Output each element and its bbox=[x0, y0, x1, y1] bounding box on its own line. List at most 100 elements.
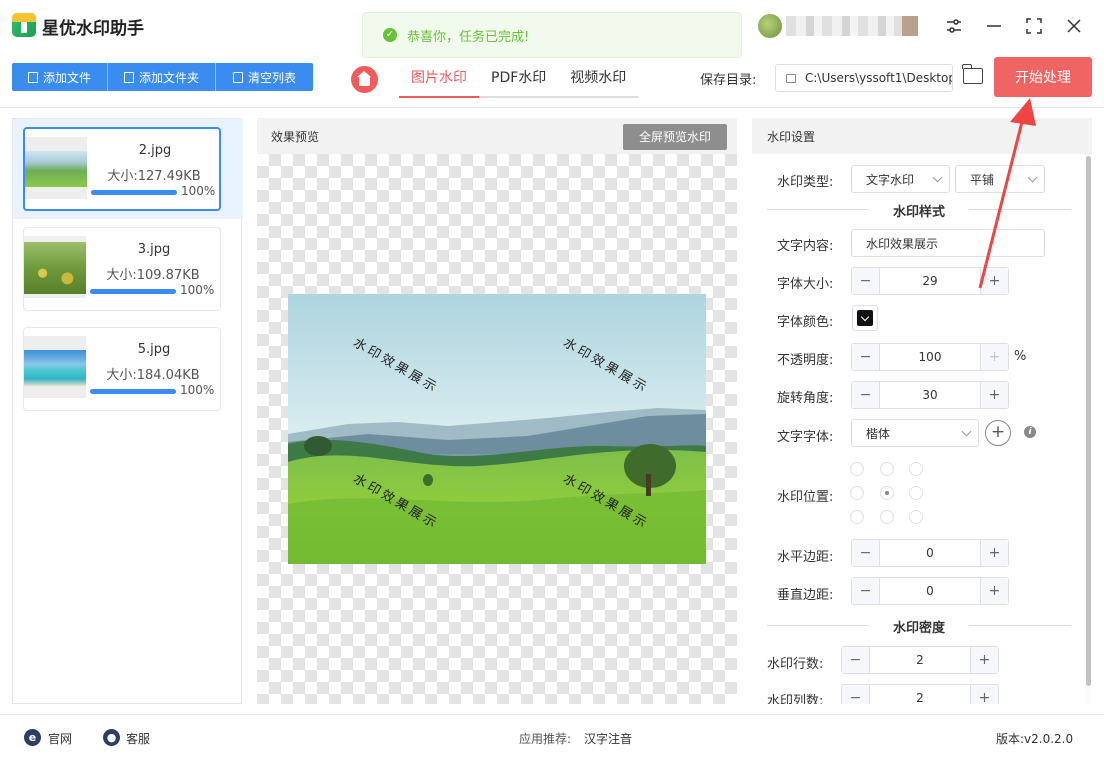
rows-value[interactable]: 2 bbox=[870, 647, 970, 673]
tab-video-watermark[interactable]: 视频水印 bbox=[558, 62, 639, 98]
decrement-button[interactable]: − bbox=[852, 578, 880, 604]
chevron-down-icon bbox=[961, 426, 972, 437]
file-thumbnail bbox=[25, 137, 87, 199]
app-logo-icon bbox=[12, 13, 36, 37]
cols-label: 水印列数: bbox=[767, 694, 824, 704]
decrement-button[interactable]: − bbox=[842, 685, 870, 704]
decrement-button[interactable]: − bbox=[842, 647, 870, 673]
open-folder-icon[interactable] bbox=[962, 64, 983, 84]
progress-fill bbox=[90, 289, 176, 294]
fontsize-label: 字体大小: bbox=[777, 277, 834, 292]
decrement-button[interactable]: − bbox=[852, 382, 880, 408]
folder-icon bbox=[123, 71, 134, 83]
decrement-button[interactable]: − bbox=[852, 540, 880, 566]
watermark-type-select[interactable]: 文字水印 bbox=[851, 165, 950, 193]
file-list-panel: 2.jpg 大小:127.49KB 100% 3.jpg 大小:109.87KB… bbox=[12, 118, 243, 704]
app-window: 星优水印助手 ✓ 恭喜你，任务已完成! 添加文件 添加文件夹 清空列表 图片水印… bbox=[0, 0, 1104, 764]
success-toast: ✓ 恭喜你，任务已完成! bbox=[362, 12, 742, 58]
home-button[interactable] bbox=[351, 66, 378, 93]
close-icon[interactable] bbox=[1062, 14, 1086, 38]
progress-bar bbox=[90, 289, 176, 294]
type-value: 文字水印 bbox=[866, 172, 915, 187]
home-icon bbox=[357, 71, 371, 86]
position-label: 水印位置: bbox=[777, 490, 834, 505]
file-size: 大小:109.87KB bbox=[106, 268, 200, 283]
increment-button[interactable]: + bbox=[970, 647, 998, 673]
position-middle-right[interactable] bbox=[909, 486, 923, 500]
vmargin-value[interactable]: 0 bbox=[880, 578, 980, 604]
font-family-select[interactable]: 楷体 bbox=[851, 419, 979, 447]
file-size: 大小:184.04KB bbox=[106, 368, 200, 383]
minimize-icon[interactable] bbox=[982, 14, 1006, 38]
settings-sliders-icon[interactable] bbox=[942, 14, 966, 38]
progress-bar bbox=[91, 190, 177, 195]
progress-fill bbox=[91, 190, 177, 195]
ie-browser-icon[interactable]: e bbox=[24, 729, 41, 746]
file-size: 大小:127.49KB bbox=[107, 169, 201, 184]
file-item[interactable]: 3.jpg 大小:109.87KB 100% bbox=[23, 227, 221, 311]
font-color-picker[interactable] bbox=[852, 305, 878, 331]
position-center[interactable] bbox=[880, 486, 894, 500]
increment-button[interactable]: + bbox=[980, 540, 1008, 566]
file-action-buttons: 添加文件 添加文件夹 清空列表 bbox=[12, 63, 313, 91]
maximize-icon[interactable] bbox=[1022, 14, 1046, 38]
fontsize-value[interactable]: 29 bbox=[880, 268, 980, 294]
file-name: 3.jpg bbox=[137, 242, 171, 257]
cols-stepper: −2 + bbox=[841, 684, 999, 704]
add-file-label: 添加文件 bbox=[42, 70, 91, 85]
user-avatar[interactable] bbox=[758, 14, 782, 38]
vmargin-stepper: −0 + bbox=[851, 577, 1009, 605]
start-processing-button[interactable]: 开始处理 bbox=[994, 57, 1092, 97]
position-middle-left[interactable] bbox=[850, 486, 864, 500]
check-circle-icon: ✓ bbox=[383, 28, 397, 42]
version-text: 版本:v2.0.2.0 bbox=[996, 732, 1074, 746]
progress-bar bbox=[90, 389, 176, 394]
position-top-center[interactable] bbox=[880, 462, 894, 476]
tab-pdf-watermark[interactable]: PDF水印 bbox=[479, 62, 559, 98]
recommend-app-link[interactable]: 汉字注音 bbox=[584, 730, 632, 747]
cols-value[interactable]: 2 bbox=[870, 685, 970, 704]
decrement-button[interactable]: − bbox=[852, 344, 880, 370]
footer-divider bbox=[0, 714, 1104, 715]
rotation-value[interactable]: 30 bbox=[880, 382, 980, 408]
increment-button[interactable]: + bbox=[980, 344, 1008, 370]
file-item[interactable]: 5.jpg 大小:184.04KB 100% bbox=[23, 327, 221, 411]
website-link[interactable]: 官网 bbox=[48, 730, 72, 747]
clear-list-label: 清空列表 bbox=[247, 70, 296, 85]
file-item[interactable]: 2.jpg 大小:127.49KB 100% bbox=[23, 127, 221, 211]
font-label: 文字字体: bbox=[777, 430, 834, 445]
opacity-value[interactable]: 100 bbox=[880, 344, 980, 370]
position-bottom-right[interactable] bbox=[909, 510, 923, 524]
add-font-button[interactable]: + bbox=[985, 420, 1011, 446]
user-name-blurred[interactable] bbox=[786, 16, 918, 36]
customer-service-link[interactable]: 客服 bbox=[126, 730, 150, 747]
increment-button[interactable]: + bbox=[980, 382, 1008, 408]
settings-scrollbar[interactable] bbox=[1086, 156, 1091, 686]
trash-icon bbox=[232, 71, 243, 83]
position-top-left[interactable] bbox=[850, 462, 864, 476]
density-section-title: 水印密度 bbox=[869, 617, 969, 636]
chat-bubble-icon[interactable]: ● bbox=[103, 729, 120, 746]
add-folder-button[interactable]: 添加文件夹 bbox=[108, 63, 216, 91]
type-label: 水印类型: bbox=[777, 175, 834, 190]
fullscreen-preview-button[interactable]: 全屏预览水印 bbox=[623, 124, 727, 150]
position-bottom-left[interactable] bbox=[850, 510, 864, 524]
increment-button[interactable]: + bbox=[980, 578, 1008, 604]
clear-list-button[interactable]: 清空列表 bbox=[216, 63, 313, 91]
progress-percent: 100% bbox=[180, 283, 215, 297]
tab-image-watermark[interactable]: 图片水印 bbox=[399, 62, 479, 98]
hmargin-stepper: −0 + bbox=[851, 539, 1009, 567]
progress-fill bbox=[90, 389, 176, 394]
decrement-button[interactable]: − bbox=[852, 268, 880, 294]
add-file-button[interactable]: 添加文件 bbox=[12, 63, 108, 91]
file-thumbnail bbox=[24, 336, 86, 398]
increment-button[interactable]: + bbox=[970, 685, 998, 704]
cols-row-clip: 水印列数: −2 + bbox=[752, 680, 1084, 704]
position-bottom-center[interactable] bbox=[880, 510, 894, 524]
hmargin-value[interactable]: 0 bbox=[880, 540, 980, 566]
settings-title: 水印设置 bbox=[767, 130, 816, 144]
save-path-input[interactable]: C:\Users\yssoft1\Desktop bbox=[775, 64, 953, 92]
position-top-right[interactable] bbox=[909, 462, 923, 476]
progress-percent: 100% bbox=[181, 184, 216, 198]
info-icon[interactable]: i bbox=[1024, 426, 1036, 438]
